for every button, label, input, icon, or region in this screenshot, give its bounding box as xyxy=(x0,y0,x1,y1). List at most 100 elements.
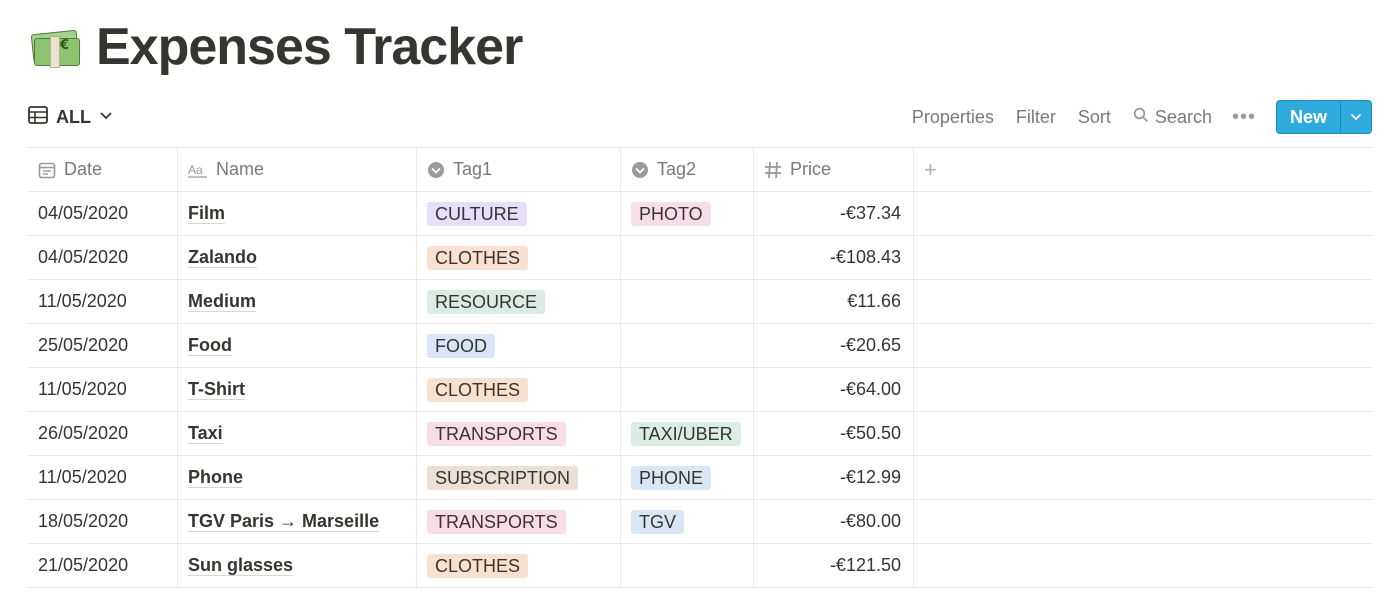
price-cell[interactable]: €11.66 xyxy=(754,280,914,323)
price-cell[interactable]: -€37.34 xyxy=(754,192,914,235)
more-options-button[interactable]: ••• xyxy=(1232,106,1256,129)
price-cell[interactable]: -€121.50 xyxy=(754,544,914,587)
search-button[interactable]: Search xyxy=(1133,107,1212,128)
tag-badge: TRANSPORTS xyxy=(427,421,566,446)
name-cell[interactable]: Phone xyxy=(178,456,417,499)
table-row[interactable]: 11/05/2020 Phone SUBSCRIPTION PHONE -€12… xyxy=(28,456,1372,500)
date-cell[interactable]: 25/05/2020 xyxy=(28,324,178,367)
price-cell[interactable]: -€108.43 xyxy=(754,236,914,279)
date-cell[interactable]: 21/05/2020 xyxy=(28,544,178,587)
tag2-cell[interactable]: TAXI/UBER xyxy=(621,412,754,455)
tag1-cell[interactable]: TRANSPORTS xyxy=(417,412,621,455)
name-text[interactable]: Medium xyxy=(188,291,257,312)
empty-cell xyxy=(914,412,1372,455)
column-label: Tag2 xyxy=(657,159,697,179)
price-cell[interactable]: -€64.00 xyxy=(754,368,914,411)
table-row[interactable]: 11/05/2020 T-Shirt CLOTHES -€64.00 xyxy=(28,368,1372,412)
tag1-cell[interactable]: SUBSCRIPTION xyxy=(417,456,621,499)
plus-icon: + xyxy=(924,156,937,182)
tag-badge: PHOTO xyxy=(631,201,711,226)
filter-button[interactable]: Filter xyxy=(1016,107,1056,128)
tag1-cell[interactable]: RESOURCE xyxy=(417,280,621,323)
price-cell[interactable]: -€50.50 xyxy=(754,412,914,455)
column-header-name[interactable]: Aa Name xyxy=(178,148,417,191)
properties-button[interactable]: Properties xyxy=(912,107,994,128)
chevron-down-icon xyxy=(99,108,113,126)
price-cell[interactable]: -€20.65 xyxy=(754,324,914,367)
tag2-cell[interactable] xyxy=(621,368,754,411)
date-cell[interactable]: 11/05/2020 xyxy=(28,456,178,499)
table-row[interactable]: 04/05/2020 Film CULTURE PHOTO -€37.34 xyxy=(28,192,1372,236)
money-banknote-icon: € xyxy=(30,28,80,68)
select-property-icon xyxy=(631,161,649,179)
table-row[interactable]: 04/05/2020 Zalando CLOTHES -€108.43 xyxy=(28,236,1372,280)
expenses-table: Date Aa Name Tag1 Tag2 Price + 04/05/202… xyxy=(28,147,1372,588)
new-dropdown-button[interactable] xyxy=(1340,101,1371,133)
select-property-icon xyxy=(427,161,445,179)
table-row[interactable]: 26/05/2020 Taxi TRANSPORTS TAXI/UBER -€5… xyxy=(28,412,1372,456)
column-header-tag2[interactable]: Tag2 xyxy=(621,148,754,191)
name-text[interactable]: Sun glasses xyxy=(188,555,294,576)
date-cell[interactable]: 26/05/2020 xyxy=(28,412,178,455)
tag1-cell[interactable]: TRANSPORTS xyxy=(417,500,621,543)
empty-cell xyxy=(914,544,1372,587)
column-header-date[interactable]: Date xyxy=(28,148,178,191)
tag2-cell[interactable] xyxy=(621,280,754,323)
table-row[interactable]: 21/05/2020 Sun glasses CLOTHES -€121.50 xyxy=(28,544,1372,588)
tag-badge: CULTURE xyxy=(427,201,527,226)
search-icon xyxy=(1133,107,1149,128)
chevron-down-icon xyxy=(1350,108,1362,126)
name-cell[interactable]: Sun glasses xyxy=(178,544,417,587)
name-cell[interactable]: Film xyxy=(178,192,417,235)
table-row[interactable]: 11/05/2020 Medium RESOURCE €11.66 xyxy=(28,280,1372,324)
name-text[interactable]: Taxi xyxy=(188,423,223,444)
name-text[interactable]: TGV Paris → Marseille xyxy=(188,511,380,532)
price-cell[interactable]: -€12.99 xyxy=(754,456,914,499)
name-cell[interactable]: TGV Paris → Marseille xyxy=(178,500,417,543)
tag-badge: FOOD xyxy=(427,333,495,358)
empty-cell xyxy=(914,280,1372,323)
tag2-cell[interactable] xyxy=(621,544,754,587)
svg-text:Aa: Aa xyxy=(188,163,203,177)
calendar-icon xyxy=(38,161,56,179)
tag2-cell[interactable]: PHOTO xyxy=(621,192,754,235)
date-cell[interactable]: 04/05/2020 xyxy=(28,192,178,235)
add-property-button[interactable]: + xyxy=(914,148,1372,191)
tag1-cell[interactable]: CLOTHES xyxy=(417,544,621,587)
table-row[interactable]: 18/05/2020 TGV Paris → Marseille TRANSPO… xyxy=(28,500,1372,544)
tag-badge: TAXI/UBER xyxy=(631,421,741,446)
name-cell[interactable]: Medium xyxy=(178,280,417,323)
tag1-cell[interactable]: FOOD xyxy=(417,324,621,367)
sort-button[interactable]: Sort xyxy=(1078,107,1111,128)
column-header-price[interactable]: Price xyxy=(754,148,914,191)
tag1-cell[interactable]: CLOTHES xyxy=(417,368,621,411)
column-label: Date xyxy=(64,159,103,179)
date-cell[interactable]: 11/05/2020 xyxy=(28,368,178,411)
name-text[interactable]: Zalando xyxy=(188,247,258,268)
name-cell[interactable]: T-Shirt xyxy=(178,368,417,411)
name-cell[interactable]: Food xyxy=(178,324,417,367)
name-cell[interactable]: Zalando xyxy=(178,236,417,279)
table-row[interactable]: 25/05/2020 Food FOOD -€20.65 xyxy=(28,324,1372,368)
name-cell[interactable]: Taxi xyxy=(178,412,417,455)
date-cell[interactable]: 18/05/2020 xyxy=(28,500,178,543)
empty-cell xyxy=(914,456,1372,499)
page-title[interactable]: Expenses Tracker xyxy=(96,17,523,77)
name-text[interactable]: T-Shirt xyxy=(188,379,245,400)
name-text[interactable]: Food xyxy=(188,335,232,356)
name-text[interactable]: Phone xyxy=(188,467,244,488)
column-header-tag1[interactable]: Tag1 xyxy=(417,148,621,191)
price-cell[interactable]: -€80.00 xyxy=(754,500,914,543)
date-cell[interactable]: 11/05/2020 xyxy=(28,280,178,323)
tag1-cell[interactable]: CULTURE xyxy=(417,192,621,235)
tag2-cell[interactable]: PHONE xyxy=(621,456,754,499)
tag2-cell[interactable]: TGV xyxy=(621,500,754,543)
date-cell[interactable]: 04/05/2020 xyxy=(28,236,178,279)
new-button[interactable]: New xyxy=(1277,101,1340,133)
tag2-cell[interactable] xyxy=(621,236,754,279)
tag1-cell[interactable]: CLOTHES xyxy=(417,236,621,279)
tag2-cell[interactable] xyxy=(621,324,754,367)
view-selector[interactable]: ALL xyxy=(28,105,113,129)
name-text[interactable]: Film xyxy=(188,203,226,224)
tag-badge: RESOURCE xyxy=(427,289,546,314)
